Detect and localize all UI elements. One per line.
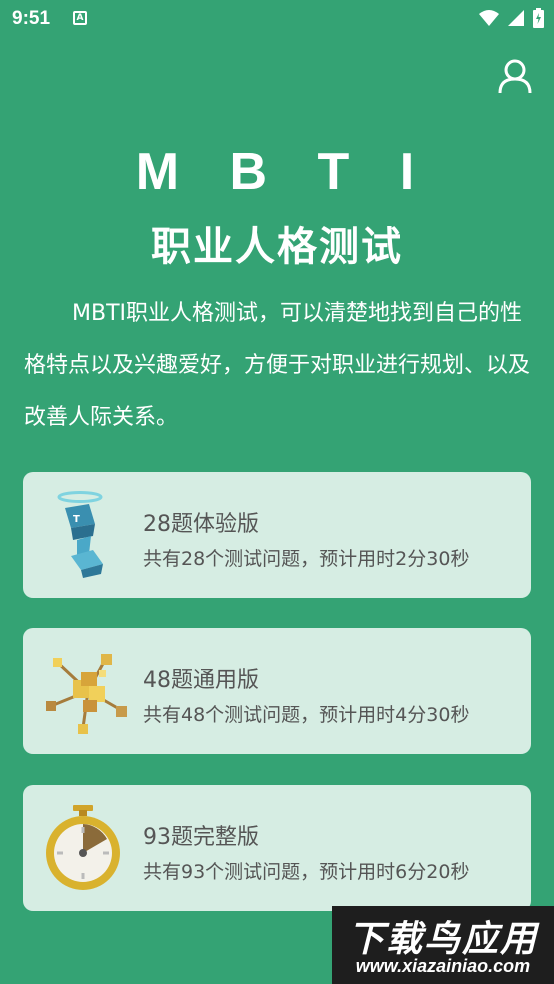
stopwatch-icon (43, 803, 133, 893)
card-title: 28题体验版 (143, 512, 259, 537)
notification-app-icon: A (73, 11, 87, 25)
status-time: 9:51 (12, 8, 51, 29)
block-figure-icon: T (43, 490, 133, 580)
test-option-28[interactable]: T 28题体验版 共有28个测试问题，预计用时2分30秒 (23, 472, 531, 598)
test-option-93[interactable]: 93题完整版 共有93个测试问题，预计用时6分20秒 (23, 785, 531, 911)
test-option-48[interactable]: 48题通用版 共有48个测试问题，预计用时4分30秒 (23, 628, 531, 754)
card-description: 共有48个测试问题，预计用时4分30秒 (143, 704, 470, 726)
wifi-icon (479, 10, 499, 26)
card-description: 共有28个测试问题，预计用时2分30秒 (143, 548, 470, 570)
watermark-url: www.xiazainiao.com (355, 956, 531, 976)
system-icons (479, 8, 544, 28)
user-icon (498, 59, 532, 94)
watermark-title: 下载鸟应用 (347, 919, 538, 960)
signal-icon (508, 10, 524, 26)
status-bar: 9:51 A (0, 0, 554, 38)
page-subtitle: 职业人格测试 (151, 224, 403, 270)
card-description: 共有93个测试问题，预计用时6分20秒 (143, 861, 470, 883)
page-title: M B T I (135, 143, 433, 201)
card-title: 93题完整版 (143, 825, 259, 850)
user-profile-button[interactable] (497, 58, 533, 94)
watermark-logo: 下载鸟应用 www.xiazainiao.com (332, 906, 554, 984)
molecule-cubes-icon (43, 646, 133, 736)
intro-text: MBTI职业人格测试，可以清楚地找到自己的性格特点以及兴趣爱好，方便于对职业进行… (24, 301, 531, 430)
battery-icon (533, 8, 544, 28)
svg-text:T: T (73, 514, 80, 525)
card-title: 48题通用版 (143, 668, 259, 693)
